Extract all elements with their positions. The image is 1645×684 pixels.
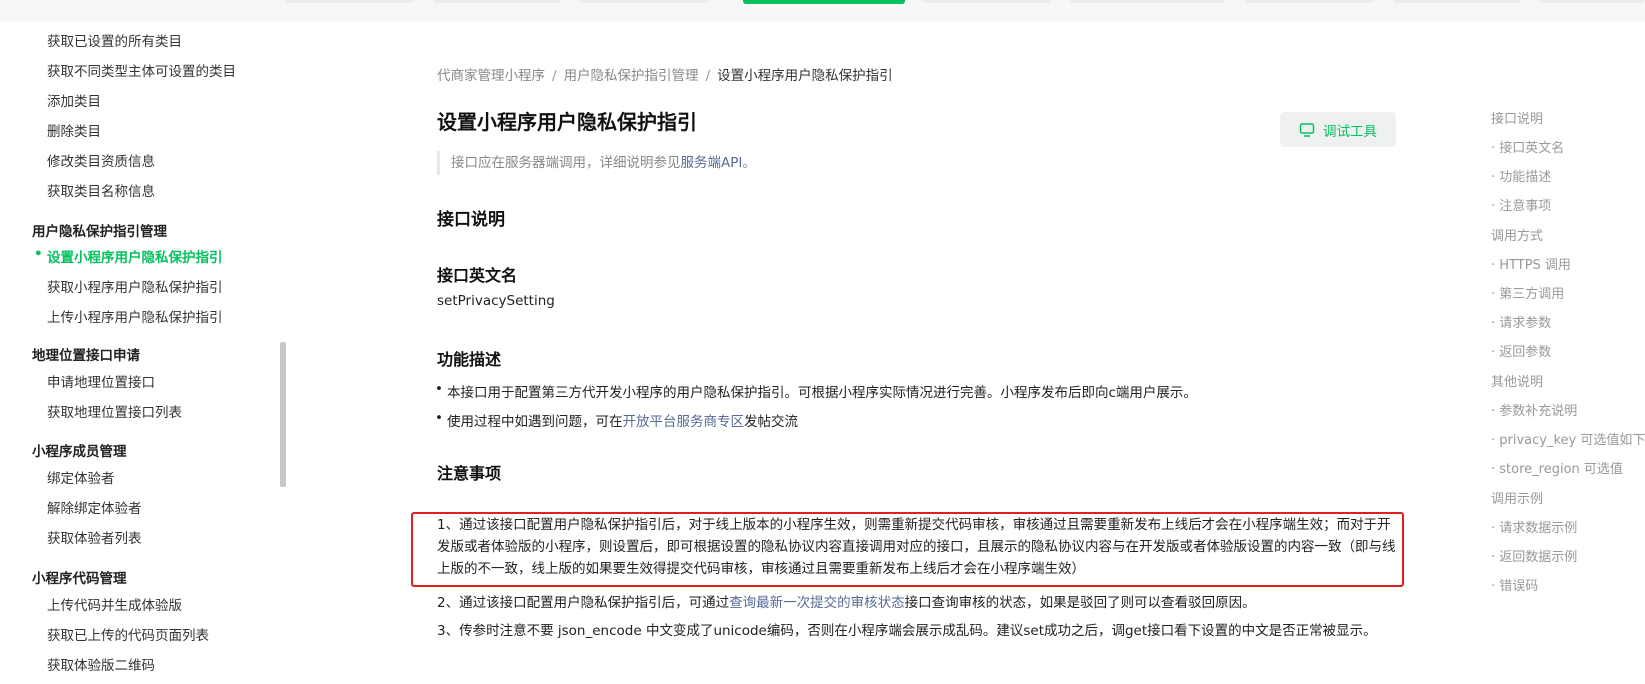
table-of-contents: 接口说明 接口英文名 功能描述 注意事项 调用方式 HTTPS 调用 第三方调用… [1488, 0, 1645, 684]
notice-item-2: 2、通过该接口配置用户隐私保护指引后，可通过查询最新一次提交的审核状态接口查询审… [437, 592, 1397, 614]
sidebar-item[interactable]: 获取小程序用户隐私保护指引 [47, 276, 223, 296]
sidebar-group-code[interactable]: 小程序代码管理 [32, 567, 127, 587]
sidebar-item[interactable]: 上传代码并生成体验版 [47, 594, 182, 614]
sidebar-item[interactable]: 获取体验版二维码 [47, 654, 155, 674]
sidebar-item[interactable]: 获取已上传的代码页面列表 [47, 624, 209, 644]
sidebar-item[interactable]: 申请地理位置接口 [47, 371, 155, 391]
server-call-note: 接口应在服务器端调用，详细说明参见服务端API。 [437, 151, 756, 175]
toc-sub-item[interactable]: 接口英文名 [1491, 137, 1564, 156]
forum-link[interactable]: 开放平台服务商专区 [623, 414, 745, 430]
notice-text: 2、通过该接口配置用户隐私保护指引后，可通过 [437, 595, 730, 611]
toc-sub-item[interactable]: 错误码 [1491, 575, 1538, 594]
function-bullet: 本接口用于配置第三方代开发小程序的用户隐私保护指引。可根据小程序实际情况进行完善… [435, 381, 1197, 401]
breadcrumb-current: 设置小程序用户隐私保护指引 [717, 68, 893, 84]
sidebar-item[interactable]: 获取类目名称信息 [47, 180, 155, 200]
sidebar-scrollbar[interactable] [280, 342, 286, 487]
toc-item[interactable]: 调用方式 [1491, 225, 1543, 244]
toc-sub-item[interactable]: 第三方调用 [1491, 283, 1564, 302]
toc-sub-item[interactable]: 请求参数 [1491, 312, 1551, 331]
toc-item[interactable]: 接口说明 [1491, 108, 1543, 127]
toc-sub-item[interactable]: store_region 可选值 [1491, 458, 1623, 477]
toc-sub-item[interactable]: 注意事项 [1491, 195, 1551, 214]
debug-tool-button[interactable]: 调试工具 [1280, 112, 1396, 147]
section-interface-desc: 接口说明 [437, 210, 505, 230]
monitor-icon [1299, 122, 1315, 137]
sidebar-group-location[interactable]: 地理位置接口申请 [32, 344, 140, 364]
toc-sub-item[interactable]: 返回数据示例 [1491, 546, 1577, 565]
debug-tool-label: 调试工具 [1323, 123, 1377, 140]
toc-sub-item[interactable]: privacy_key 可选值如下 [1491, 429, 1645, 448]
sidebar-nav: 获取已设置的所有类目 获取不同类型主体可设置的类目 添加类目 删除类目 修改类目… [0, 22, 290, 684]
sidebar-item[interactable]: 修改类目资质信息 [47, 150, 155, 170]
toc-item[interactable]: 调用示例 [1491, 488, 1543, 507]
sidebar-item[interactable]: 获取体验者列表 [47, 527, 142, 547]
sidebar-group-privacy[interactable]: 用户隐私保护指引管理 [32, 220, 167, 240]
note-suffix: 。 [742, 155, 756, 171]
server-api-link[interactable]: 服务端API [681, 155, 743, 171]
sidebar-item-active[interactable]: 设置小程序用户隐私保护指引 [34, 246, 222, 266]
notice-text: 接口查询审核的状态，如果是驳回了则可以查看驳回原因。 [904, 595, 1256, 611]
sidebar-item[interactable]: 删除类目 [47, 120, 101, 140]
sidebar-item[interactable]: 获取已设置的所有类目 [47, 30, 182, 50]
note-text: 接口应在服务器端调用，详细说明参见 [451, 155, 681, 171]
top-tab[interactable] [285, 0, 413, 3]
sidebar-item[interactable]: 绑定体验者 [47, 467, 115, 487]
sidebar-item[interactable]: 上传小程序用户隐私保护指引 [47, 306, 223, 326]
sidebar-item[interactable]: 解除绑定体验者 [47, 497, 142, 517]
bullet-text: 发帖交流 [744, 414, 798, 430]
toc-item[interactable]: 其他说明 [1491, 371, 1543, 390]
sidebar-group-member[interactable]: 小程序成员管理 [32, 440, 127, 460]
function-bullet: 使用过程中如遇到问题，可在开放平台服务商专区发帖交流 [435, 410, 798, 430]
toc-sub-item[interactable]: 返回参数 [1491, 341, 1551, 360]
toc-sub-item[interactable]: 请求数据示例 [1491, 517, 1577, 536]
section-notice: 注意事项 [437, 464, 502, 483]
breadcrumb-separator: / [552, 68, 557, 84]
breadcrumb-item[interactable]: 用户隐私保护指引管理 [564, 68, 699, 84]
bullet-text: 使用过程中如遇到问题，可在 [447, 414, 623, 430]
breadcrumb: 代商家管理小程序 / 用户隐私保护指引管理 / 设置小程序用户隐私保护指引 [437, 64, 893, 84]
breadcrumb-item[interactable]: 代商家管理小程序 [437, 68, 545, 84]
english-name-value: setPrivacySetting [437, 293, 555, 309]
section-function-desc: 功能描述 [437, 350, 502, 369]
sidebar-item[interactable]: 获取地理位置接口列表 [47, 401, 182, 421]
doc-content: 代商家管理小程序 / 用户隐私保护指引管理 / 设置小程序用户隐私保护指引 设置小程序用… [411, 0, 1404, 684]
toc-sub-item[interactable]: 参数补充说明 [1491, 400, 1577, 419]
toc-sub-item[interactable]: 功能描述 [1491, 166, 1551, 185]
notice-item-1: 1、通过该接口配置用户隐私保护指引后，对于线上版本的小程序生效，则需重新提交代码… [437, 517, 1396, 577]
audit-status-link[interactable]: 查询最新一次提交的审核状态 [729, 595, 905, 611]
sidebar-item[interactable]: 获取不同类型主体可设置的类目 [47, 60, 236, 80]
page-title: 设置小程序用户隐私保护指引 [437, 110, 697, 134]
section-english-name: 接口英文名 [437, 266, 518, 285]
sidebar-item[interactable]: 添加类目 [47, 90, 101, 110]
breadcrumb-separator: / [705, 68, 711, 84]
toc-sub-item[interactable]: HTTPS 调用 [1491, 254, 1571, 273]
notice-item-3: 3、传参时注意不要 json_encode 中文变成了unicode编码，否则在… [437, 623, 1377, 639]
